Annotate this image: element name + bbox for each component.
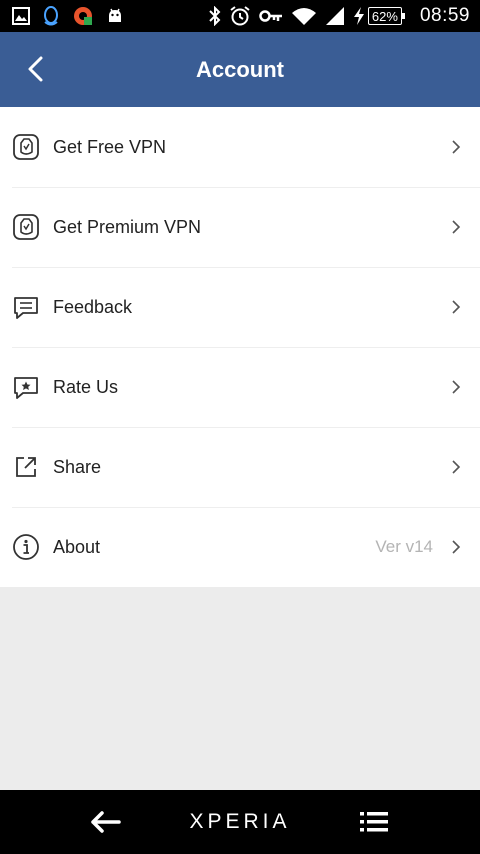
chevron-right-icon	[452, 460, 461, 474]
system-icons: 62% 08:59	[209, 5, 470, 27]
charging-icon	[353, 7, 365, 25]
back-arrow-icon	[28, 56, 43, 82]
battery-level: 62%	[367, 7, 405, 25]
menu-item-feedback[interactable]: Feedback	[0, 267, 480, 347]
android-icon	[106, 7, 124, 25]
menu-item-label: Feedback	[53, 296, 133, 317]
wifi-icon	[291, 6, 317, 26]
share-icon	[12, 453, 40, 481]
nav-menu-icon[interactable]	[360, 810, 388, 834]
info-icon	[12, 533, 40, 561]
app-icon	[72, 5, 94, 27]
system-nav-bar: XPERIA	[0, 790, 480, 854]
signal-icon	[325, 6, 345, 26]
menu-item-about[interactable]: About Ver v14	[0, 507, 480, 587]
chevron-right-icon	[452, 380, 461, 394]
vpn-shield-icon	[12, 213, 40, 241]
menu-item-rate-us[interactable]: Rate Us	[0, 347, 480, 427]
gallery-icon	[12, 7, 30, 25]
menu-item-label: Rate Us	[53, 376, 119, 397]
alarm-icon	[229, 5, 251, 27]
page-title: Account	[196, 56, 284, 82]
message-icon	[12, 293, 40, 321]
battery-indicator: 62%	[353, 7, 405, 25]
vpn-shield-icon	[12, 133, 40, 161]
menu-item-label: Share	[53, 456, 102, 477]
account-menu: Get Free VPN Get Premium VPN Feedback Ra…	[0, 107, 480, 587]
app-header: Account	[0, 32, 480, 107]
qq-icon	[42, 5, 60, 27]
menu-item-share[interactable]: Share	[0, 427, 480, 507]
chevron-right-icon	[452, 220, 461, 234]
version-value: Ver v14	[375, 537, 433, 556]
status-time: 08:59	[419, 5, 470, 26]
menu-item-label: Get Free VPN	[53, 136, 167, 157]
menu-item-label: About	[53, 536, 101, 557]
rate-star-icon	[12, 373, 40, 401]
notification-icons	[12, 5, 124, 27]
chevron-right-icon	[452, 300, 461, 314]
back-button[interactable]	[18, 52, 52, 86]
menu-item-get-premium-vpn[interactable]: Get Premium VPN	[0, 187, 480, 267]
vpn-key-icon	[259, 9, 283, 23]
chevron-right-icon	[452, 140, 461, 154]
bluetooth-icon	[209, 6, 221, 26]
status-bar: 62% 08:59	[0, 0, 480, 32]
chevron-right-icon	[452, 540, 461, 554]
nav-back-icon[interactable]	[90, 810, 122, 834]
brand-logo: XPERIA	[189, 810, 291, 833]
menu-item-label: Get Premium VPN	[53, 216, 202, 237]
menu-item-get-free-vpn[interactable]: Get Free VPN	[0, 107, 480, 187]
